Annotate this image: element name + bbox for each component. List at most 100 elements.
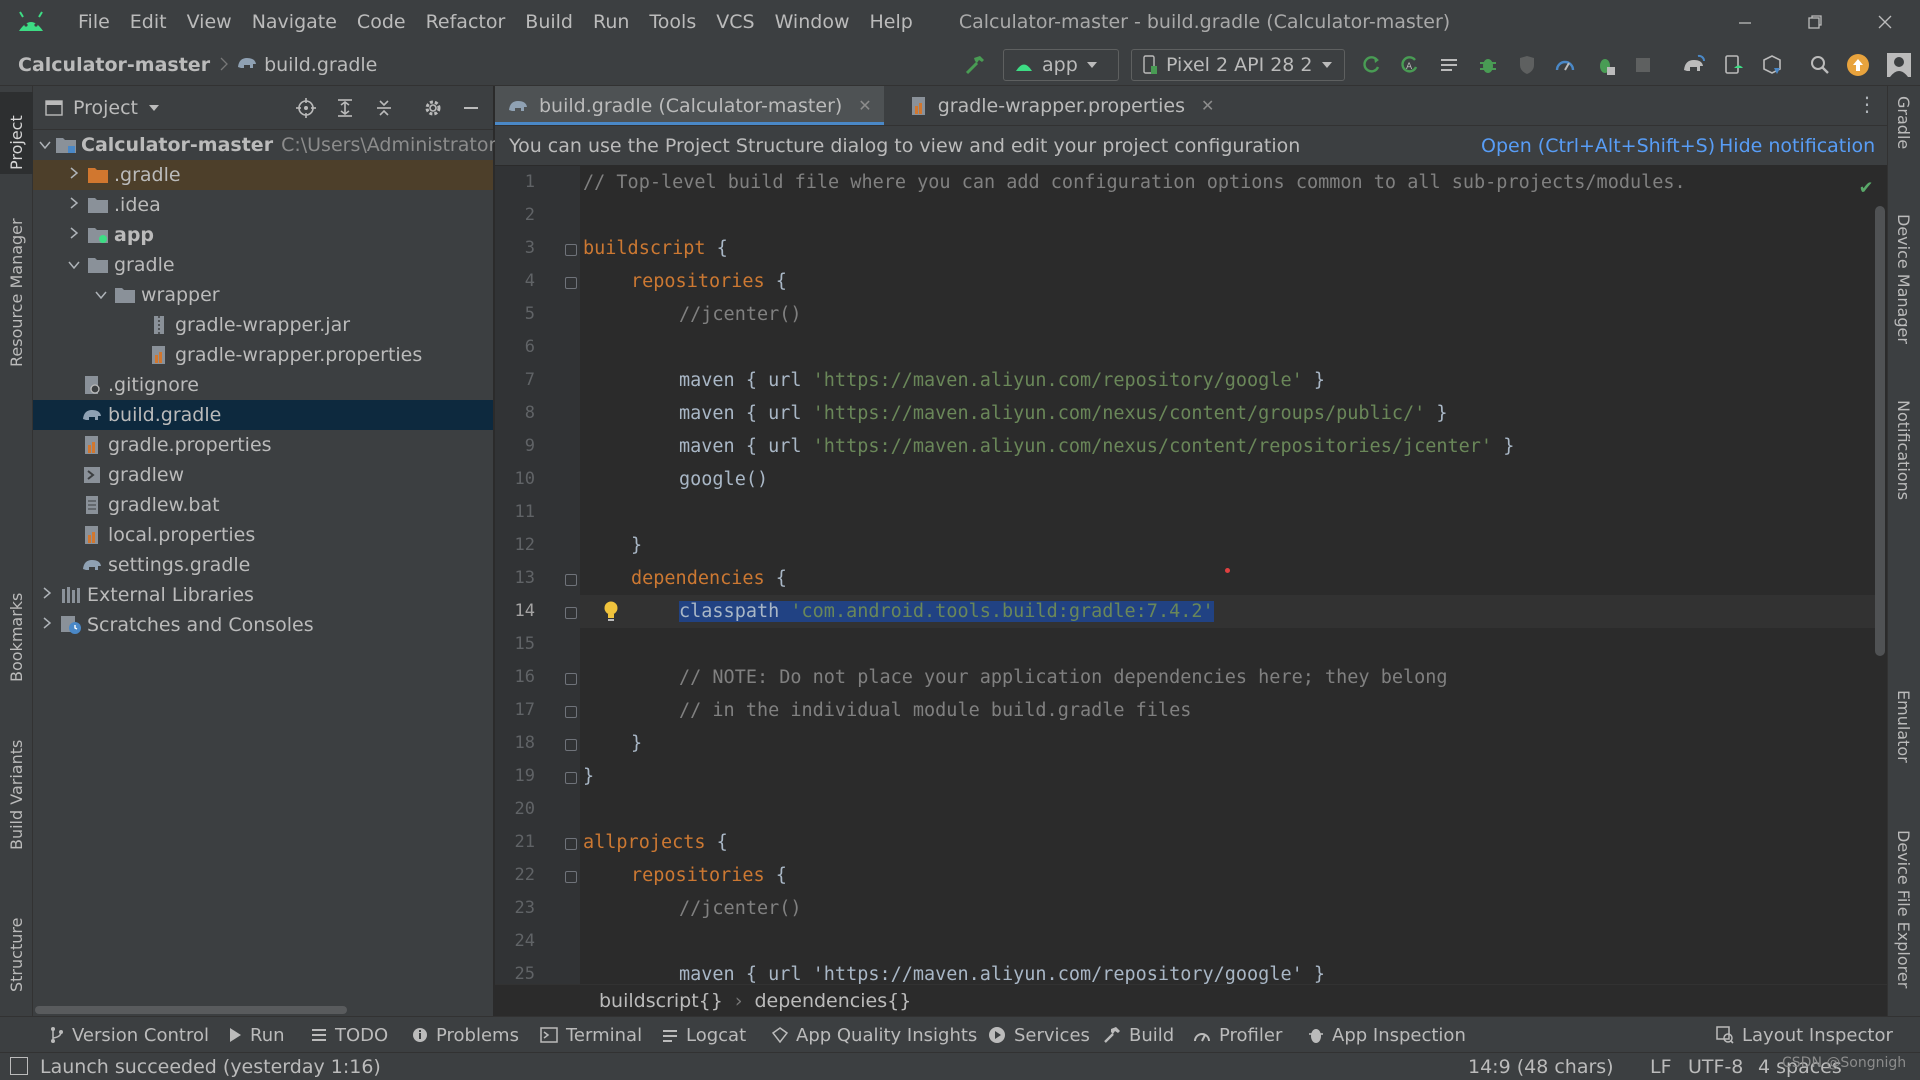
tree-item-app[interactable]: app bbox=[33, 220, 493, 250]
close-tab-icon[interactable]: ✕ bbox=[1201, 96, 1214, 115]
tool-tab-structure[interactable]: Structure bbox=[0, 896, 33, 996]
open-project-structure-link[interactable]: Open (Ctrl+Alt+Shift+S) bbox=[1481, 135, 1715, 157]
collapse-all-button[interactable] bbox=[370, 94, 398, 122]
fold-marker-icon[interactable] bbox=[565, 871, 577, 883]
menu-build[interactable]: Build bbox=[515, 0, 583, 44]
tool-layout-inspector[interactable]: Layout Inspector bbox=[1716, 1017, 1893, 1053]
menu-window[interactable]: Window bbox=[765, 0, 860, 44]
tool-tab-gradle[interactable]: Gradle bbox=[1887, 92, 1920, 192]
tool-terminal[interactable]: Terminal bbox=[540, 1017, 642, 1053]
tree-item-gradle-properties[interactable]: gradle.properties bbox=[33, 430, 493, 460]
tab-gradle-wrapper-properties[interactable]: gradle-wrapper.properties ✕ bbox=[898, 86, 1227, 125]
no-problems-check-icon[interactable]: ✔ bbox=[1860, 174, 1872, 198]
tool-app-quality-insights[interactable]: App Quality Insights bbox=[772, 1017, 977, 1053]
tool-build[interactable]: Build bbox=[1103, 1017, 1174, 1053]
caret-position[interactable]: 14:9 (48 chars) bbox=[1468, 1053, 1614, 1080]
tool-tab-emulator[interactable]: Emulator bbox=[1887, 686, 1920, 786]
fold-marker-icon[interactable] bbox=[565, 244, 577, 256]
tree-item-scratches-and-consoles[interactable]: Scratches and Consoles bbox=[33, 610, 493, 640]
breadcrumb-dependencies[interactable]: dependencies{} bbox=[754, 990, 911, 1012]
make-project-button[interactable] bbox=[960, 50, 990, 80]
hide-panel-button[interactable] bbox=[457, 94, 485, 122]
select-opened-file-button[interactable] bbox=[292, 94, 320, 122]
tree-item-dot-gradle[interactable]: .gradle bbox=[33, 160, 493, 190]
tree-item-gradle-wrapper-properties[interactable]: gradle-wrapper.properties bbox=[33, 340, 493, 370]
close-window-button[interactable] bbox=[1850, 0, 1920, 44]
editor-vertical-scrollbar[interactable] bbox=[1875, 206, 1885, 656]
fold-marker-icon[interactable] bbox=[565, 277, 577, 289]
menu-help[interactable]: Help bbox=[859, 0, 922, 44]
attach-debugger-button[interactable] bbox=[1590, 50, 1620, 80]
tool-version-control[interactable]: Version Control bbox=[50, 1017, 209, 1053]
nav-project[interactable]: Calculator-master bbox=[18, 54, 210, 76]
fold-marker-icon[interactable] bbox=[565, 772, 577, 784]
tree-item-gradlew[interactable]: gradlew bbox=[33, 460, 493, 490]
tool-logcat[interactable]: Logcat bbox=[662, 1017, 746, 1053]
fold-marker-icon[interactable] bbox=[565, 838, 577, 850]
tool-run[interactable]: Run bbox=[228, 1017, 285, 1053]
breadcrumb-buildscript[interactable]: buildscript{} bbox=[599, 990, 723, 1012]
menu-run[interactable]: Run bbox=[583, 0, 639, 44]
gradle-sync-button[interactable] bbox=[1679, 50, 1709, 80]
debug-button[interactable] bbox=[1473, 50, 1503, 80]
sdk-manager-button[interactable] bbox=[1757, 50, 1787, 80]
menu-view[interactable]: View bbox=[177, 0, 242, 44]
coverage-button[interactable] bbox=[1512, 50, 1542, 80]
status-message[interactable]: Launch succeeded (yesterday 1:16) bbox=[40, 1053, 381, 1080]
tool-tab-bookmarks[interactable]: Bookmarks bbox=[0, 586, 33, 686]
code-editor[interactable]: 1 2 3 4 5 6 7 8 9 10 11 12 13 14 15 16 1… bbox=[495, 166, 1887, 984]
search-everywhere-button[interactable] bbox=[1805, 50, 1835, 80]
updates-button[interactable] bbox=[1843, 50, 1873, 80]
nav-file[interactable]: build.gradle bbox=[264, 54, 377, 76]
tree-item-idea[interactable]: .idea bbox=[33, 190, 493, 220]
menu-edit[interactable]: Edit bbox=[120, 0, 177, 44]
tree-item-gradlew-bat[interactable]: gradlew.bat bbox=[33, 490, 493, 520]
expand-all-button[interactable] bbox=[331, 94, 359, 122]
tool-todo[interactable]: TODO bbox=[311, 1017, 388, 1053]
fold-marker-icon[interactable] bbox=[565, 739, 577, 751]
tool-tab-build-variants[interactable]: Build Variants bbox=[0, 734, 33, 854]
tool-profiler[interactable]: Profiler bbox=[1193, 1017, 1282, 1053]
tabs-more-icon[interactable]: ⋮ bbox=[1857, 92, 1877, 116]
apply-code-changes-button[interactable]: A bbox=[1394, 50, 1424, 80]
tree-item-calculator-master[interactable]: Calculator-master C:\Users\Administrator… bbox=[33, 130, 529, 160]
tree-item-settings-gradle[interactable]: settings.gradle bbox=[33, 550, 493, 580]
tool-problems[interactable]: Problems bbox=[412, 1017, 519, 1053]
menu-vcs[interactable]: VCS bbox=[706, 0, 764, 44]
restore-button[interactable] bbox=[1780, 0, 1850, 44]
fold-marker-icon[interactable] bbox=[565, 673, 577, 685]
menu-refactor[interactable]: Refactor bbox=[416, 0, 516, 44]
line-separator[interactable]: LF bbox=[1650, 1053, 1672, 1080]
sync-gradle-button[interactable] bbox=[1434, 50, 1464, 80]
tree-item-gradle-wrapper-jar[interactable]: gradle-wrapper.jar bbox=[33, 310, 493, 340]
project-horizontal-scrollbar[interactable] bbox=[35, 1006, 347, 1014]
tree-item-external-libraries[interactable]: External Libraries bbox=[33, 580, 493, 610]
tree-item-build-gradle[interactable]: build.gradle bbox=[33, 400, 493, 430]
fold-marker-icon[interactable] bbox=[565, 574, 577, 586]
menu-tools[interactable]: Tools bbox=[639, 0, 706, 44]
close-tab-icon[interactable]: ✕ bbox=[858, 96, 871, 115]
apply-changes-restart-button[interactable] bbox=[1356, 50, 1386, 80]
tool-tab-project[interactable]: Project bbox=[0, 92, 33, 174]
tool-tab-notifications[interactable]: Notifications bbox=[1887, 396, 1920, 526]
tab-build-gradle[interactable]: build.gradle (Calculator-master) ✕ bbox=[495, 86, 884, 125]
profile-button[interactable] bbox=[1550, 50, 1580, 80]
project-options-button[interactable] bbox=[419, 94, 447, 122]
fold-marker-icon[interactable] bbox=[565, 706, 577, 718]
tree-item-local-properties[interactable]: local.properties bbox=[33, 520, 493, 550]
tool-tab-device-manager[interactable]: Device Manager bbox=[1887, 210, 1920, 360]
tool-tab-device-file-explorer[interactable]: Device File Explorer bbox=[1887, 826, 1920, 1006]
menu-code[interactable]: Code bbox=[347, 0, 416, 44]
tree-item-gradle[interactable]: gradle bbox=[33, 250, 493, 280]
menu-navigate[interactable]: Navigate bbox=[242, 0, 347, 44]
minimize-button[interactable] bbox=[1710, 0, 1780, 44]
tool-app-inspection[interactable]: App Inspection bbox=[1308, 1017, 1466, 1053]
status-panel-toggle-icon[interactable] bbox=[10, 1057, 28, 1075]
tree-item-wrapper[interactable]: wrapper bbox=[33, 280, 493, 310]
account-button[interactable] bbox=[1884, 50, 1914, 80]
device-select[interactable]: Pixel 2 API 28 2 bbox=[1131, 49, 1345, 81]
run-config-select[interactable]: app bbox=[1003, 49, 1119, 81]
lightbulb-icon[interactable] bbox=[603, 600, 619, 627]
file-encoding[interactable]: UTF-8 bbox=[1688, 1053, 1743, 1080]
device-manager-button[interactable] bbox=[1718, 50, 1748, 80]
